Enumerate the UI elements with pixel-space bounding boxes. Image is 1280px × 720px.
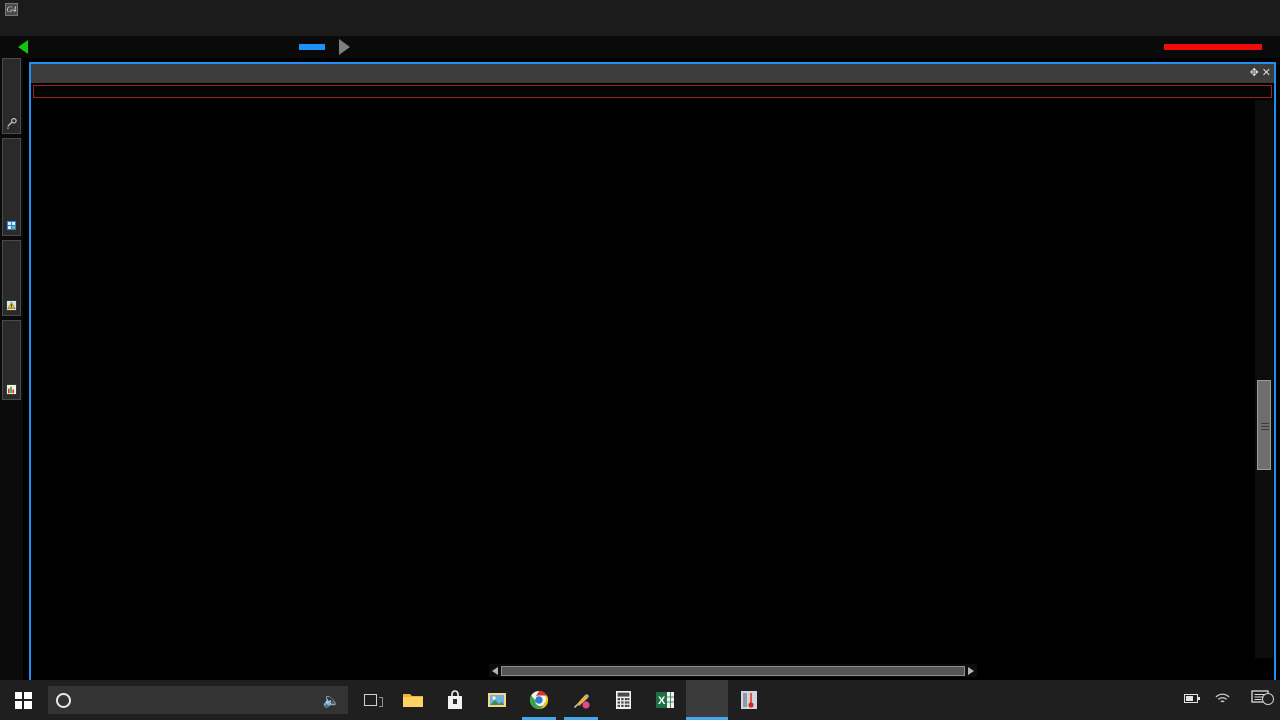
scroll-right-arrow[interactable] [968, 666, 974, 675]
wrench-icon [6, 118, 17, 129]
window-titlebar: G4 [0, 0, 1280, 19]
menu-file[interactable] [7, 19, 21, 36]
system-tray [1163, 680, 1280, 720]
taskbar-app-microsoft-store[interactable] [434, 680, 476, 720]
excel-icon: X [656, 692, 674, 708]
taskbar-app-google-chrome[interactable] [518, 680, 560, 720]
dock-item-log-file-manager[interactable] [2, 138, 21, 236]
task-view-icon[interactable] [348, 680, 392, 720]
maximize-button[interactable] [1200, 0, 1240, 19]
folder-icon [403, 694, 423, 707]
taskbar-app-file-explorer[interactable] [392, 680, 434, 720]
microphone-icon[interactable]: 🔈 [323, 692, 340, 709]
menu-options[interactable] [21, 19, 35, 36]
logfile-icon [6, 220, 17, 231]
tab-temps[interactable] [266, 44, 292, 50]
tab-battery[interactable] [200, 44, 226, 50]
page-tab-strip [0, 36, 1280, 58]
taskbar-app-photos[interactable] [476, 680, 518, 720]
tab-lambda[interactable] [134, 44, 160, 50]
photos-icon [488, 693, 506, 707]
taskbar-app-tuning-tool[interactable] [728, 680, 770, 720]
battery-icon[interactable] [1177, 693, 1208, 707]
horizontal-scrollbar[interactable] [489, 664, 977, 677]
window-controls [1160, 0, 1280, 19]
menu-ecu-controls[interactable] [35, 19, 49, 36]
vertical-scroll-thumb[interactable] [1257, 380, 1271, 470]
svg-text:X: X [658, 695, 666, 707]
notification-count [1262, 693, 1274, 705]
warning-icon [6, 300, 17, 311]
close-icon[interactable]: ✕ [1262, 68, 1271, 79]
left-arrow-icon[interactable] [18, 40, 28, 54]
tab-brake[interactable] [167, 44, 193, 50]
minimize-button[interactable] [1160, 0, 1200, 19]
menu-logging[interactable] [91, 19, 105, 36]
tab-fourms[interactable] [299, 44, 325, 50]
taskbar-app-calculator[interactable] [602, 680, 644, 720]
notification-icon[interactable] [1251, 689, 1280, 711]
cortana-icon [56, 692, 71, 708]
menu-layout[interactable] [63, 19, 77, 36]
close-button[interactable] [1240, 0, 1280, 19]
dock-item-event-log[interactable] [2, 240, 21, 316]
wifi-icon[interactable] [1208, 693, 1237, 708]
menu-tuning[interactable] [105, 19, 119, 36]
chart-icon [6, 384, 17, 395]
pclink-app-icon: G4 [5, 3, 18, 16]
move-icon[interactable]: ✥ [1250, 68, 1259, 79]
taskbar-app-excel[interactable]: X [644, 680, 686, 720]
paint-icon [574, 694, 590, 709]
chrome-icon [529, 691, 549, 710]
dock-item-ecu-settings[interactable] [2, 58, 21, 134]
store-bag-icon [448, 690, 462, 709]
menu-help[interactable] [119, 19, 133, 36]
plot-caption-bar: ✥ ✕ [31, 64, 1274, 83]
time-plot-window: ✥ ✕ [29, 62, 1276, 681]
plot-caption-buttons: ✥ ✕ [1250, 64, 1271, 83]
calculator-icon [615, 691, 631, 709]
taskbar-app-paint[interactable] [560, 680, 602, 720]
connection-status-badge[interactable] [1164, 44, 1262, 50]
menu-bar [0, 19, 1280, 36]
tab-knock[interactable] [233, 44, 259, 50]
tab-boost[interactable] [101, 44, 127, 50]
tab-fuel[interactable] [68, 44, 94, 50]
dock-item-parameters[interactable] [2, 320, 21, 400]
windows-taskbar: 🔈 X [0, 680, 1280, 720]
windows-start-icon[interactable] [0, 680, 46, 720]
pc-logged-data-banner [33, 85, 1272, 98]
plot-panels[interactable] [31, 99, 1274, 663]
right-arrow-icon[interactable] [339, 39, 350, 55]
desktop-root: G4 ✥ ✕ 🔈 X [0, 0, 1280, 720]
left-dock [0, 58, 23, 680]
status-zone [1152, 36, 1280, 58]
horizontal-scroll-thumb[interactable] [501, 665, 965, 676]
scroll-left-arrow[interactable] [492, 666, 498, 675]
menu-display-mode[interactable] [49, 19, 63, 36]
vertical-scrollbar[interactable] [1255, 100, 1273, 658]
gauge-icon [741, 691, 757, 709]
tab-time-plot[interactable] [35, 44, 61, 50]
menu-view[interactable] [77, 19, 91, 36]
taskbar-app-pclink-g4[interactable] [686, 680, 728, 720]
search-input[interactable]: 🔈 [48, 686, 348, 714]
